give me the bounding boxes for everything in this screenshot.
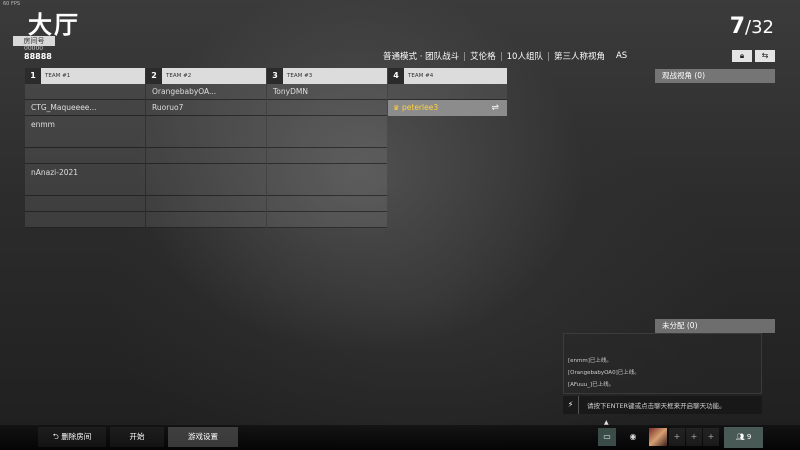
team-3-slot[interactable] bbox=[267, 100, 387, 116]
team-1-slot[interactable]: nAnazi-2021 bbox=[25, 164, 145, 196]
team-2-slot[interactable] bbox=[146, 148, 266, 164]
team-1-slot[interactable]: enmm bbox=[25, 116, 145, 148]
team-2-slot[interactable] bbox=[146, 212, 266, 228]
current-player-slot[interactable]: ♛ peterlee3 ⇌ bbox=[388, 100, 507, 116]
invite-friends-button[interactable]: 👥︎ 9 bbox=[724, 427, 763, 448]
swap-icon: ⇆ bbox=[761, 51, 769, 60]
chat-input[interactable]: ⚡︎ 请按下ENTER键或点击聊天框来开启聊天功能。 bbox=[563, 396, 762, 414]
game-settings-button[interactable]: 游戏设置 bbox=[168, 427, 238, 447]
lock-icon: 🔒︎ bbox=[739, 51, 745, 60]
divider bbox=[500, 51, 502, 61]
delete-room-button[interactable]: ⮌ 删除房间 bbox=[38, 427, 106, 447]
team-2-label: TEAM #2 bbox=[166, 73, 192, 79]
leader-crown-icon: ♛ bbox=[393, 104, 400, 112]
player-count-current: 7 bbox=[729, 14, 746, 39]
globe-icon[interactable]: ◉ bbox=[624, 428, 642, 446]
mode-squad: 10人组队 bbox=[506, 52, 543, 62]
fps-counter: 60 FPS bbox=[3, 1, 21, 7]
chat-message: [enmm]已上线。 bbox=[568, 358, 612, 364]
spectator-header[interactable]: 观战视角 (0) bbox=[655, 69, 775, 83]
team-3-label: TEAM #3 bbox=[287, 73, 313, 79]
team-4-slot[interactable] bbox=[388, 84, 507, 100]
team-3-slot[interactable] bbox=[267, 116, 387, 148]
team-1-slot[interactable] bbox=[25, 148, 145, 164]
team-1-label: TEAM #1 bbox=[45, 73, 71, 79]
team-4-label: TEAM #4 bbox=[408, 73, 434, 79]
room-number: 88888 bbox=[24, 52, 52, 61]
friends-icon: 👥︎ bbox=[735, 433, 747, 441]
team-3-header: 3 TEAM #3 bbox=[267, 68, 387, 84]
team-1-slot[interactable] bbox=[25, 84, 145, 100]
mode-type: 普通模式 · 团队战斗 bbox=[383, 52, 460, 62]
add-friend-icon[interactable]: + bbox=[703, 428, 719, 446]
current-player-name: peterlee3 bbox=[402, 103, 439, 112]
mode-info-bar: 普通模式 · 团队战斗 艾伦格 10人组队 第三人称视角 AS bbox=[383, 50, 627, 62]
team-2-slot[interactable]: OrangebabyOA... bbox=[146, 84, 266, 100]
divider bbox=[547, 51, 549, 61]
divider bbox=[610, 52, 611, 61]
chat-icon[interactable]: ▭ bbox=[598, 428, 616, 446]
mode-region: AS bbox=[615, 51, 628, 61]
team-3-slot[interactable] bbox=[267, 212, 387, 228]
team-2-slot[interactable] bbox=[146, 196, 266, 212]
mode-perspective: 第三人称视角 bbox=[553, 52, 605, 62]
team-1-slot[interactable] bbox=[25, 196, 145, 212]
team-3-slot[interactable] bbox=[267, 196, 387, 212]
unassigned-panel[interactable]: 未分配 (0) bbox=[655, 319, 775, 333]
swap-slot-icon[interactable]: ⇌ bbox=[491, 100, 499, 116]
team-3-column: 3 TEAM #3 TonyDMN bbox=[267, 68, 387, 228]
team-1-column: 1 TEAM #1 CTG_Maqueeee... enmm nAnazi-20… bbox=[25, 68, 145, 228]
team-3-slot[interactable] bbox=[267, 164, 387, 196]
player-count: 7/32 bbox=[730, 14, 774, 41]
mode-map: 艾伦格 bbox=[470, 52, 496, 62]
team-2-column: 2 TEAM #2 OrangebabyOA... Ruoruo7 bbox=[146, 68, 266, 228]
player-count-max: /32 bbox=[745, 17, 774, 38]
avatar[interactable] bbox=[649, 428, 667, 446]
lock-button[interactable]: 🔒︎ bbox=[732, 50, 752, 62]
chat-message: [OrangebabyOA0]已上线。 bbox=[568, 370, 640, 376]
unassigned-header[interactable]: 未分配 (0) bbox=[655, 319, 775, 333]
invite-count: 9 bbox=[746, 433, 752, 441]
spectator-panel[interactable]: 观战视角 (0) bbox=[655, 69, 775, 83]
divider bbox=[464, 51, 466, 61]
swap-view-button[interactable]: ⇆ bbox=[755, 50, 775, 62]
lightning-icon[interactable]: ⚡︎ bbox=[563, 396, 579, 414]
chat-message: [AFuuu_]已上线。 bbox=[568, 382, 615, 388]
team-1-number: 1 bbox=[25, 68, 41, 84]
add-friend-icon[interactable]: + bbox=[669, 428, 685, 446]
team-2-slot[interactable]: Ruoruo7 bbox=[146, 100, 266, 116]
add-friend-icon[interactable]: + bbox=[686, 428, 702, 446]
team-2-header: 2 TEAM #2 bbox=[146, 68, 266, 84]
chat-log: [enmm]已上线。 [OrangebabyOA0]已上线。 [AFuuu_]已… bbox=[563, 333, 762, 394]
team-3-number: 3 bbox=[267, 68, 283, 84]
team-2-number: 2 bbox=[146, 68, 162, 84]
team-4-number: 4 bbox=[388, 68, 404, 84]
team-3-slot[interactable]: TonyDMN bbox=[267, 84, 387, 100]
team-4-column: 4 TEAM #4 bbox=[388, 68, 507, 100]
room-number-small: 00000 bbox=[24, 45, 44, 52]
team-1-slot[interactable] bbox=[25, 212, 145, 228]
chat-hint: 请按下ENTER键或点击聊天框来开启聊天功能。 bbox=[587, 402, 726, 410]
team-2-slot[interactable] bbox=[146, 116, 266, 148]
team-1-header: 1 TEAM #1 bbox=[25, 68, 145, 84]
team-4-header: 4 TEAM #4 bbox=[388, 68, 507, 84]
page-title: 大厅 bbox=[28, 11, 80, 39]
team-3-slot[interactable] bbox=[267, 148, 387, 164]
start-button[interactable]: 开始 bbox=[110, 427, 164, 447]
team-1-slot[interactable]: CTG_Maqueeee... bbox=[25, 100, 145, 116]
team-2-slot[interactable] bbox=[146, 164, 266, 196]
